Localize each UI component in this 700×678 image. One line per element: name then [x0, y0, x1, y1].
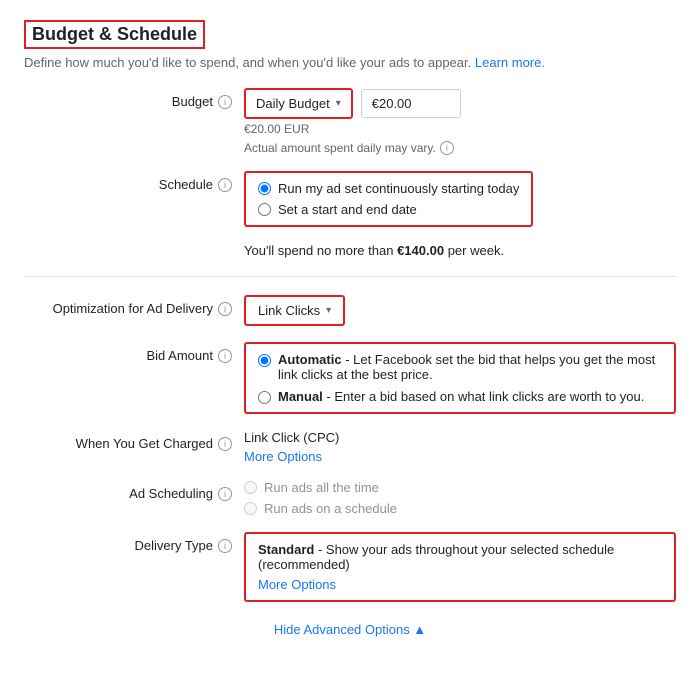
section-subtitle: Define how much you'd like to spend, and… [24, 55, 676, 70]
ad-scheduling-radio-schedule[interactable] [244, 502, 257, 515]
bid-amount-box: Automatic - Let Facebook set the bid tha… [244, 342, 676, 414]
delivery-more-options-link[interactable]: More Options [258, 577, 336, 592]
ad-scheduling-option-schedule[interactable]: Run ads on a schedule [244, 501, 676, 516]
section-title: Budget & Schedule [24, 20, 205, 49]
schedule-option-continuous[interactable]: Run my ad set continuously starting toda… [258, 181, 519, 196]
ad-scheduling-label: Ad Scheduling i [24, 480, 244, 501]
schedule-option1-label: Run my ad set continuously starting toda… [278, 181, 519, 196]
ad-scheduling-option1-label: Run ads all the time [264, 480, 379, 495]
schedule-control: Run my ad set continuously starting toda… [244, 171, 676, 227]
hide-advanced-options: Hide Advanced Options ▲ [24, 622, 676, 637]
when-charged-value: Link Click (CPC) [244, 430, 676, 445]
delivery-type-text: Standard - Show your ads throughout your… [258, 542, 662, 572]
bid-radio-manual[interactable] [258, 391, 271, 404]
when-charged-control: Link Click (CPC) More Options [244, 430, 676, 464]
ad-scheduling-row: Ad Scheduling i Run ads all the time Run… [24, 480, 676, 516]
bid-amount-info-icon[interactable]: i [218, 349, 232, 363]
bid-radio-automatic[interactable] [258, 354, 271, 367]
schedule-radio-dates[interactable] [258, 203, 271, 216]
ad-scheduling-radio-alltime[interactable] [244, 481, 257, 494]
delivery-type-label: Delivery Type i [24, 532, 244, 553]
when-charged-row: When You Get Charged i Link Click (CPC) … [24, 430, 676, 464]
schedule-label: Schedule i [24, 171, 244, 192]
dropdown-arrow-icon: ▾ [336, 98, 341, 109]
schedule-box: Run my ad set continuously starting toda… [244, 171, 533, 227]
budget-label: Budget i [24, 88, 244, 109]
learn-more-link[interactable]: Learn more. [475, 55, 545, 70]
delivery-type-control: Standard - Show your ads throughout your… [244, 532, 676, 602]
delivery-type-info-icon[interactable]: i [218, 539, 232, 553]
amount-note: Actual amount spent daily may vary. i [244, 141, 676, 155]
schedule-row: Schedule i Run my ad set continuously st… [24, 171, 676, 227]
divider-1 [24, 276, 676, 277]
optimization-control: Link Clicks ▾ [244, 295, 676, 326]
ad-scheduling-info-icon[interactable]: i [218, 487, 232, 501]
when-charged-info-icon[interactable]: i [218, 437, 232, 451]
schedule-option-dates[interactable]: Set a start and end date [258, 202, 519, 217]
budget-input[interactable] [361, 89, 461, 118]
budget-currency-hint: €20.00 EUR [244, 122, 676, 136]
schedule-radio-continuous[interactable] [258, 182, 271, 195]
bid-manual-text: Manual - Enter a bid based on what link … [278, 389, 644, 404]
delivery-box: Standard - Show your ads throughout your… [244, 532, 676, 602]
weekly-spend-note: You'll spend no more than €140.00 per we… [244, 243, 676, 258]
optimization-dropdown[interactable]: Link Clicks ▾ [244, 295, 345, 326]
budget-control: Daily Budget ▾ €20.00 EUR Actual amount … [244, 88, 676, 155]
bid-amount-row: Bid Amount i Automatic - Let Facebook se… [24, 342, 676, 414]
optimization-arrow-icon: ▾ [326, 305, 331, 316]
weekly-note-text: You'll spend no more than €140.00 per we… [244, 243, 504, 258]
when-charged-more-options-link[interactable]: More Options [244, 449, 322, 464]
budget-info-icon[interactable]: i [218, 95, 232, 109]
ad-scheduling-control: Run ads all the time Run ads on a schedu… [244, 480, 676, 516]
bid-manual-option: Manual - Enter a bid based on what link … [258, 389, 662, 404]
when-charged-label: When You Get Charged i [24, 430, 244, 451]
delivery-type-row: Delivery Type i Standard - Show your ads… [24, 532, 676, 602]
bid-automatic-option: Automatic - Let Facebook set the bid tha… [258, 352, 662, 382]
optimization-label: Optimization for Ad Delivery i [24, 295, 244, 316]
budget-dropdown[interactable]: Daily Budget ▾ [244, 88, 353, 119]
hide-advanced-options-link[interactable]: Hide Advanced Options ▲ [274, 622, 426, 637]
ad-scheduling-option2-label: Run ads on a schedule [264, 501, 397, 516]
ad-scheduling-option-alltime[interactable]: Run ads all the time [244, 480, 676, 495]
schedule-info-icon[interactable]: i [218, 178, 232, 192]
amount-note-info-icon[interactable]: i [440, 141, 454, 155]
bid-amount-control: Automatic - Let Facebook set the bid tha… [244, 342, 676, 414]
bid-automatic-text: Automatic - Let Facebook set the bid tha… [278, 352, 662, 382]
budget-row: Budget i Daily Budget ▾ €20.00 EUR Actua… [24, 88, 676, 155]
bid-amount-label: Bid Amount i [24, 342, 244, 363]
schedule-option2-label: Set a start and end date [278, 202, 417, 217]
optimization-row: Optimization for Ad Delivery i Link Clic… [24, 295, 676, 326]
optimization-info-icon[interactable]: i [218, 302, 232, 316]
